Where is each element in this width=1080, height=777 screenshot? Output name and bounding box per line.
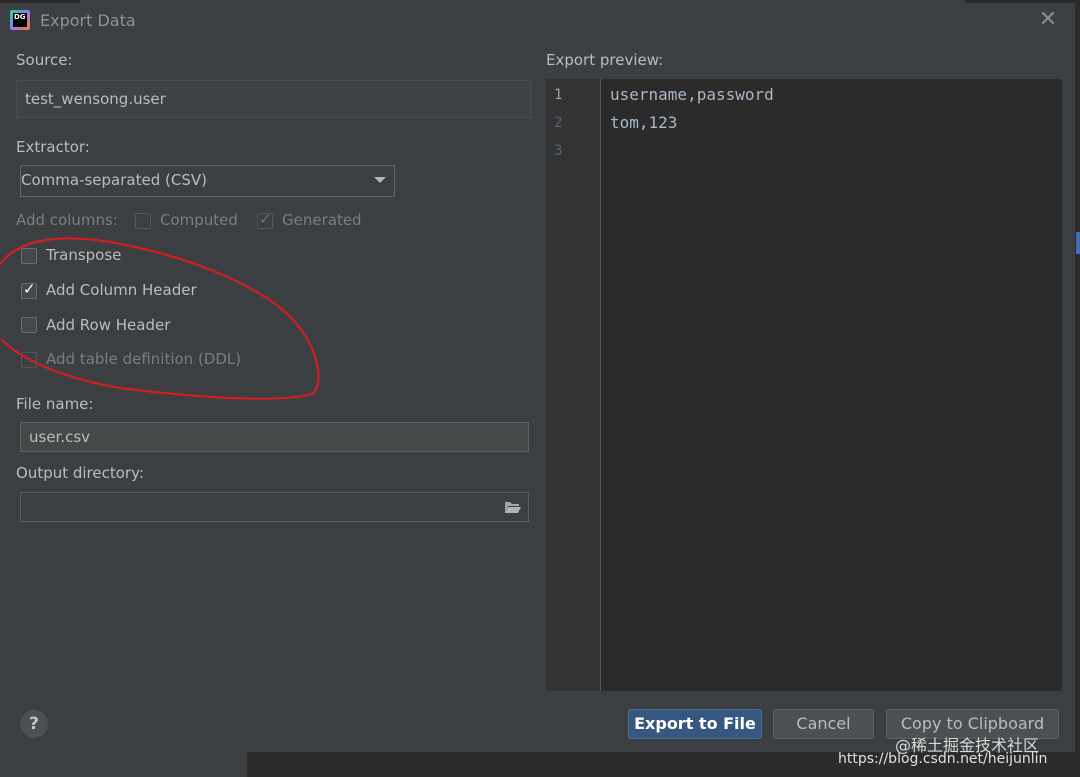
chevron-down-icon xyxy=(374,177,386,183)
extractor-select[interactable]: Comma-separated (CSV) xyxy=(20,165,395,197)
close-icon[interactable]: ✕ xyxy=(1038,8,1058,32)
cancel-button[interactable]: Cancel xyxy=(773,709,874,739)
window-top-strip xyxy=(965,0,1080,3)
export-preview-label: Export preview: xyxy=(546,51,664,69)
export-preview-editor[interactable]: 1 2 3 username,password tom,123 xyxy=(546,79,1062,691)
line-number-gutter: 1 2 3 xyxy=(546,79,601,691)
background-window-edge xyxy=(1075,0,1080,777)
export-to-file-button[interactable]: Export to File xyxy=(628,709,762,739)
checkmark-icon: ✓ xyxy=(259,210,272,228)
folder-icon[interactable] xyxy=(504,500,522,514)
generated-label: Generated xyxy=(282,211,362,229)
output-directory-input[interactable] xyxy=(20,492,529,522)
preview-line: username,password xyxy=(610,85,774,104)
file-name-input[interactable]: user.csv xyxy=(20,422,529,452)
window-top-strip xyxy=(0,0,80,3)
red-annotation-ellipse xyxy=(0,237,320,400)
add-columns-label: Add columns: xyxy=(16,211,118,229)
preview-line: tom,123 xyxy=(610,113,678,132)
help-button[interactable]: ? xyxy=(20,710,48,738)
extractor-selected-value: Comma-separated (CSV) xyxy=(21,171,207,189)
line-number: 1 xyxy=(554,87,563,103)
line-number: 2 xyxy=(554,115,563,131)
computed-checkbox[interactable] xyxy=(135,213,151,229)
output-directory-label: Output directory: xyxy=(16,464,144,482)
extractor-label: Extractor: xyxy=(16,138,90,156)
watermark-url: https://blog.csdn.net/heijunlin xyxy=(838,751,1048,767)
line-number: 3 xyxy=(554,143,563,159)
source-label: Source: xyxy=(16,51,73,69)
generated-checkbox[interactable]: ✓ xyxy=(257,210,273,229)
background-window-marker xyxy=(1076,232,1080,254)
datagrip-app-icon: DG xyxy=(10,10,30,30)
computed-label: Computed xyxy=(160,211,238,229)
source-field: test_wensong.user xyxy=(16,80,532,118)
dialog-title: Export Data xyxy=(40,11,136,30)
file-name-label: File name: xyxy=(16,395,94,413)
background-status-bar xyxy=(0,752,247,777)
